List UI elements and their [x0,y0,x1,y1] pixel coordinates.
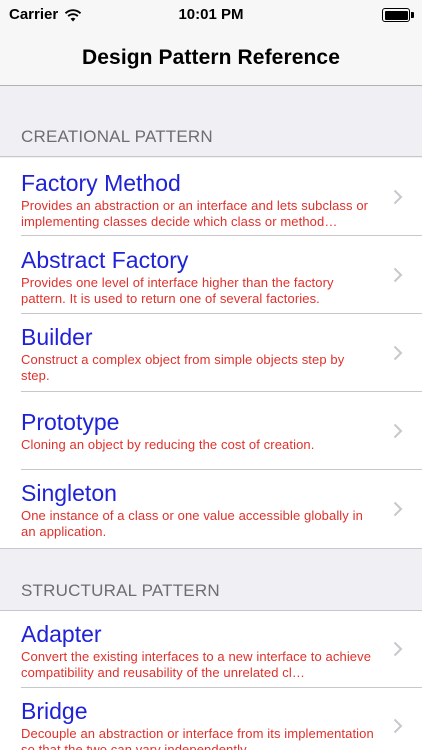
chevron-right-icon [393,345,403,361]
list-item-builder[interactable]: Builder Construct a complex object from … [0,314,422,392]
list-item-title: Builder [21,324,93,350]
list-item-prototype[interactable]: Prototype Cloning an object by reducing … [0,392,422,470]
list-item-abstract-factory[interactable]: Abstract Factory Provides one level of i… [0,236,422,314]
section-header-label: STRUCTURAL PATTERN [21,581,220,600]
chevron-right-icon [393,189,403,205]
list-item-subtitle: One instance of a class or one value acc… [21,508,363,539]
list-item-subtitle: Decouple an abstraction or interface fro… [21,726,374,750]
list-item-bridge[interactable]: Bridge Decouple an abstraction or interf… [0,688,422,750]
status-time: 10:01 PM [178,6,244,23]
page-title: Design Pattern Reference [82,45,340,69]
section-header-label: CREATIONAL PATTERN [21,127,213,146]
list-item-singleton[interactable]: Singleton One instance of a class or one… [0,470,422,548]
chevron-right-icon [393,501,403,517]
chevron-right-icon [393,718,403,734]
chevron-right-icon [393,267,403,283]
list-item-factory-method[interactable]: Factory Method Provides an abstraction o… [0,158,422,236]
section-header-structural: STRUCTURAL PATTERN [0,548,422,611]
list-item-subtitle: Convert the existing interfaces to a new… [21,649,372,680]
list-item-adapter[interactable]: Adapter Convert the existing interfaces … [0,611,422,688]
section-header-creational: CREATIONAL PATTERN [0,87,422,157]
chevron-right-icon [393,641,403,657]
list-item-title: Prototype [21,409,120,435]
navigation-bar: Design Pattern Reference [0,30,422,86]
battery-icon [382,8,414,22]
list-item-subtitle: Provides one level of interface higher t… [21,275,334,306]
list-item-subtitle: Provides an abstraction or an interface … [21,198,369,229]
list-item-title: Factory Method [21,170,181,196]
list-item-subtitle: Cloning an object by reducing the cost o… [21,437,315,452]
chevron-right-icon [393,423,403,439]
status-bar: Carrier 10:01 PM [0,0,422,30]
list-item-subtitle: Construct a complex object from simple o… [21,352,345,383]
list-item-title: Adapter [21,621,102,647]
list-item-title: Singleton [21,480,117,506]
list-item-title: Abstract Factory [21,247,189,273]
list-item-title: Bridge [21,698,88,724]
